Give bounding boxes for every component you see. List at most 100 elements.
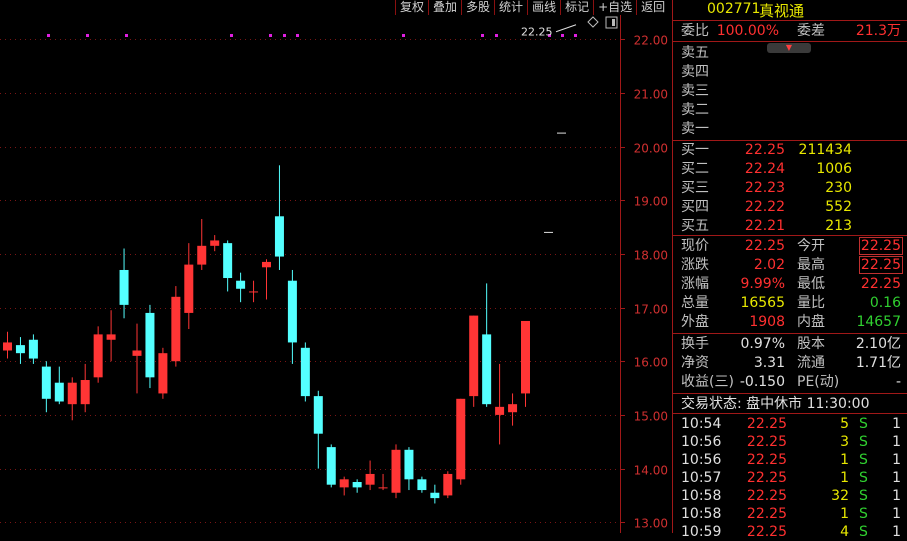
chart-toolbar: 复权 叠加 多股 统计 画线 标记 +自选 返回: [395, 0, 669, 15]
stat-value: 22.25: [858, 237, 903, 255]
stat-label: 最低: [797, 276, 825, 292]
bid-row: 买二 22.24 1006: [673, 160, 907, 178]
last-price-arrow: [555, 24, 577, 33]
signal-marker: [269, 34, 272, 37]
fund-value: 1.71亿: [855, 355, 901, 371]
candle-body: [495, 406, 505, 415]
weibi-value: 100.00%: [716, 23, 779, 39]
trade-row: 10:54 22.25 5 S 1: [673, 415, 907, 433]
candle-body: [15, 345, 25, 354]
bid-volume: 211434: [798, 142, 852, 158]
bid-label: 买四: [681, 199, 709, 215]
fundamental-row: 换手 0.97% 股本 2.10亿: [673, 335, 907, 353]
fund-label: 股本: [797, 336, 825, 352]
stat-label: 总量: [681, 295, 709, 311]
stat-label: 涨幅: [681, 276, 709, 292]
trade-volume: 4: [840, 524, 849, 540]
toolbar-button-6[interactable]: +自选: [593, 0, 636, 15]
weicha-value: 21.3万: [855, 23, 901, 39]
ask-label: 卖三: [681, 83, 709, 99]
y-tick-label: 18.00: [634, 249, 668, 263]
trade-direction: S: [859, 488, 868, 504]
trade-count: 1: [892, 506, 901, 522]
toolbar-button-1[interactable]: 叠加: [428, 0, 461, 15]
signal-marker: [230, 34, 233, 37]
trade-row: 10:58 22.25 32 S 1: [673, 487, 907, 505]
toolbar-button-2[interactable]: 多股: [461, 0, 494, 15]
y-tick-label: 13.00: [634, 517, 668, 531]
candle-body: [287, 280, 297, 343]
candle-body: [3, 342, 12, 351]
trade-volume: 1: [840, 506, 849, 522]
ask-row: 卖二: [673, 101, 907, 119]
bid-price: 22.21: [744, 218, 785, 234]
trade-count: 1: [892, 416, 901, 432]
toolbar-button-0[interactable]: 复权: [395, 0, 428, 15]
bid-row: 买五 22.21 213: [673, 217, 907, 235]
candle-body: [132, 350, 142, 356]
divider: [673, 235, 907, 236]
bid-label: 买二: [681, 161, 709, 177]
candle-body: [171, 296, 181, 362]
candle-body: [456, 398, 466, 480]
trade-volume: 1: [840, 470, 849, 486]
trade-time: 10:54: [681, 416, 722, 432]
candle-body: [339, 479, 349, 488]
toolbar-button-7[interactable]: 返回: [636, 0, 669, 15]
quote-panel: 002771 真视通 委比 100.00% 委差 21.3万 ▼ 卖五 卖四 卖三卖…: [673, 0, 907, 540]
stat-label: 内盘: [797, 314, 825, 330]
ask-label: 卖一: [681, 121, 709, 137]
kline-svg[interactable]: 22.00 21.00 20.00 19.00 18.00 17.00 16.00 15.00…: [0, 15, 672, 533]
candle-body: [184, 264, 194, 313]
bid-volume: 213: [825, 218, 852, 234]
trade-volume: 32: [831, 488, 849, 504]
quote-stat-row: 涨幅 9.99% 最低 22.25: [673, 275, 907, 293]
ask-label: 卖五: [681, 45, 709, 61]
fundamental-row: 净资 3.31 流通 1.71亿: [673, 354, 907, 372]
candle-body: [326, 447, 336, 485]
bid-price: 22.22: [744, 199, 785, 215]
toolbar-button-5[interactable]: 标记: [560, 0, 593, 15]
trade-status: 交易状态: 盘中休市 11:30:00: [673, 395, 907, 413]
candle-body: [197, 245, 207, 265]
trade-row: 10:59 22.25 4 S 1: [673, 523, 907, 541]
trade-price: 22.25: [746, 470, 787, 486]
candle-body: [67, 382, 77, 405]
signal-marker: [283, 34, 286, 37]
candle-body: [521, 320, 530, 394]
candle-body: [54, 382, 64, 402]
bid-price: 22.24: [744, 161, 785, 177]
fund-value: -0.150: [739, 374, 785, 390]
stat-value: 2.02: [753, 257, 785, 273]
bid-label: 买五: [681, 218, 709, 234]
candle-body: [119, 269, 129, 305]
stat-label: 今开: [797, 238, 825, 254]
stat-label: 现价: [681, 238, 709, 254]
candle-body: [378, 487, 388, 489]
trade-time: 10:58: [681, 488, 722, 504]
trade-time: 10:56: [681, 434, 722, 450]
trade-direction: S: [859, 506, 868, 522]
trade-status-text: 交易状态: 盘中休市 11:30:00: [681, 396, 870, 412]
kline-chart[interactable]: 22.00 21.00 20.00 19.00 18.00 17.00 16.00 15.00…: [0, 15, 672, 533]
stat-value: 16565: [740, 295, 785, 311]
candle-body: [145, 312, 155, 378]
trade-price: 22.25: [746, 452, 787, 468]
stat-value: 1908: [749, 314, 785, 330]
signal-marker: [86, 34, 89, 37]
stat-label: 涨跌: [681, 257, 709, 273]
candle-body: [80, 380, 90, 405]
toolbar-button-4[interactable]: 画线: [527, 0, 560, 15]
weicha-label: 委差: [797, 23, 825, 39]
quote-stat-row: 现价 22.25 今开 22.25: [673, 237, 907, 255]
last-price-label: 22.25: [521, 26, 553, 39]
stat-label: 外盘: [681, 314, 709, 330]
trade-count: 1: [892, 452, 901, 468]
fund-value: 0.97%: [740, 336, 785, 352]
weibi-label: 委比: [681, 23, 709, 39]
stat-value: 0.16: [869, 295, 901, 311]
toolbar-button-3[interactable]: 统计: [494, 0, 527, 15]
candle-body: [106, 334, 116, 340]
y-tick-label: 19.00: [634, 195, 668, 209]
bid-label: 买一: [681, 142, 709, 158]
